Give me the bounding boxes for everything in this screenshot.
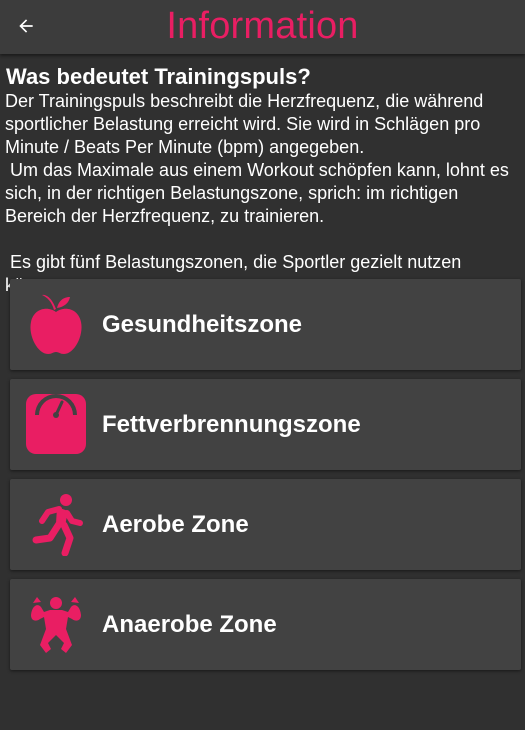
page-title: Information: [166, 5, 359, 47]
zone-label: Aerobe Zone: [102, 511, 249, 538]
muscle-man-icon: [24, 592, 88, 656]
running-person-icon: [24, 492, 88, 556]
zone-label: Fettverbrennungszone: [102, 411, 361, 438]
zone-card-gesundheitszone[interactable]: Gesundheitszone: [10, 279, 521, 370]
zone-card-anaerobe-zone[interactable]: Anaerobe Zone: [10, 579, 521, 670]
info-content: Was bedeutet Trainingspuls? Der Training…: [0, 54, 525, 297]
info-heading: Was bedeutet Trainingspuls?: [6, 64, 311, 89]
zone-list: Gesundheitszone Fettverbrennungszone Aer…: [10, 279, 521, 679]
info-paragraph-2: Um das Maximale aus einem Workout schöpf…: [5, 160, 514, 226]
zone-card-aerobe-zone[interactable]: Aerobe Zone: [10, 479, 521, 570]
app-bar: Information: [0, 0, 525, 54]
apple-icon: [24, 292, 88, 356]
scale-icon: [24, 392, 88, 456]
app-screen: Information Was bedeutet Trainingspuls? …: [0, 0, 525, 730]
zone-label: Gesundheitszone: [102, 311, 303, 338]
zone-card-fettverbrennungszone[interactable]: Fettverbrennungszone: [10, 379, 521, 470]
zone-label: Anaerobe Zone: [102, 611, 277, 638]
info-paragraph-1: Der Trainingspuls beschreibt die Herzfre…: [5, 91, 489, 157]
